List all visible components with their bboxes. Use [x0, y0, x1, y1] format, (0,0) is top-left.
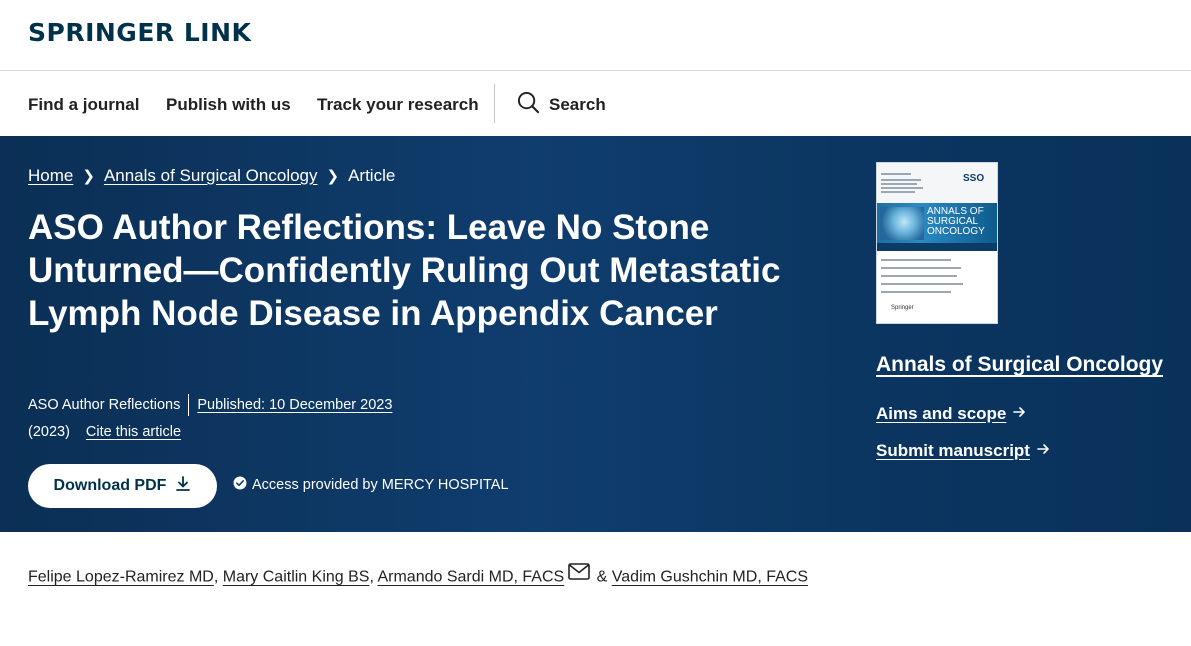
access-text: Access provided by MERCY HOSPITAL	[252, 477, 509, 493]
main-nav: Find a journal Publish with us Track you…	[0, 71, 1191, 136]
aims-scope-link[interactable]: Aims and scope	[876, 404, 1026, 424]
article-meta: ASO Author Reflections Published: 10 Dec…	[28, 394, 392, 416]
article-type: ASO Author Reflections	[28, 397, 181, 413]
cover-photo	[880, 207, 924, 240]
nav-track-research[interactable]: Track your research	[317, 95, 479, 115]
chevron-right-icon: ❯	[82, 168, 95, 185]
check-circle-icon	[233, 476, 252, 494]
breadcrumb: Home ❯ Annals of Surgical Oncology ❯ Art…	[28, 166, 395, 186]
article-hero: Home ❯ Annals of Surgical Oncology ❯ Art…	[0, 136, 1191, 532]
author-link[interactable]: Mary Caitlin King BS	[223, 569, 370, 586]
nav-find-journal[interactable]: Find a journal	[28, 95, 139, 115]
nav-divider	[494, 84, 495, 123]
breadcrumb-journal[interactable]: Annals of Surgical Oncology	[104, 166, 318, 186]
site-header: SPRINGER LINK	[0, 0, 1191, 71]
arrow-right-icon	[1030, 441, 1050, 461]
cover-journal-name: ANNALS OF SURGICAL ONCOLOGY	[927, 207, 985, 237]
springer-link-logo[interactable]: SPRINGER LINK	[28, 18, 251, 47]
meta-divider	[188, 394, 190, 416]
aims-scope-label: Aims and scope	[876, 404, 1007, 423]
author-separator: &	[596, 568, 608, 586]
email-icon[interactable]	[568, 560, 591, 592]
cover-publisher: Springer	[891, 305, 914, 311]
author-link[interactable]: Armando Sardi MD, FACS	[377, 569, 564, 586]
author-list: Felipe Lopez-Ramirez MD, Mary Caitlin Ki…	[28, 560, 808, 595]
cover-journal-line: ONCOLOGY	[927, 226, 985, 237]
breadcrumb-current: Article	[348, 166, 396, 185]
search-icon	[517, 91, 540, 119]
article-title: ASO Author Reflections: Leave No Stone U…	[28, 208, 781, 333]
search-label: Search	[549, 95, 606, 114]
access-notice: Access provided by MERCY HOSPITAL	[233, 476, 509, 494]
cover-subband	[877, 243, 997, 251]
article-year: (2023)	[28, 424, 70, 440]
author-link[interactable]: Felipe Lopez-Ramirez MD	[28, 569, 214, 586]
download-pdf-button[interactable]: Download PDF	[28, 464, 217, 508]
article-meta-2: (2023) Cite this article	[28, 424, 181, 440]
published-date-link[interactable]: Published: 10 December 2023	[197, 397, 392, 413]
search-button[interactable]: Search	[517, 91, 606, 119]
submit-manuscript-link[interactable]: Submit manuscript	[876, 441, 1050, 461]
submit-manuscript-label: Submit manuscript	[876, 441, 1030, 460]
download-icon	[166, 475, 191, 497]
chevron-right-icon: ❯	[326, 168, 340, 185]
download-pdf-label: Download PDF	[53, 477, 167, 494]
author-link[interactable]: Vadim Gushchin MD, FACS	[612, 569, 808, 586]
journal-cover-image[interactable]: SSO ANNALS OF SURGICAL ONCOLOGY Springer	[876, 162, 998, 324]
breadcrumb-home[interactable]: Home	[28, 166, 73, 186]
journal-title-link[interactable]: Annals of Surgical Oncology	[876, 353, 1163, 377]
arrow-right-icon	[1006, 404, 1026, 424]
cite-article-link[interactable]: Cite this article	[86, 424, 181, 440]
nav-publish[interactable]: Publish with us	[166, 95, 291, 115]
cover-sso-logo: SSO	[963, 173, 985, 184]
